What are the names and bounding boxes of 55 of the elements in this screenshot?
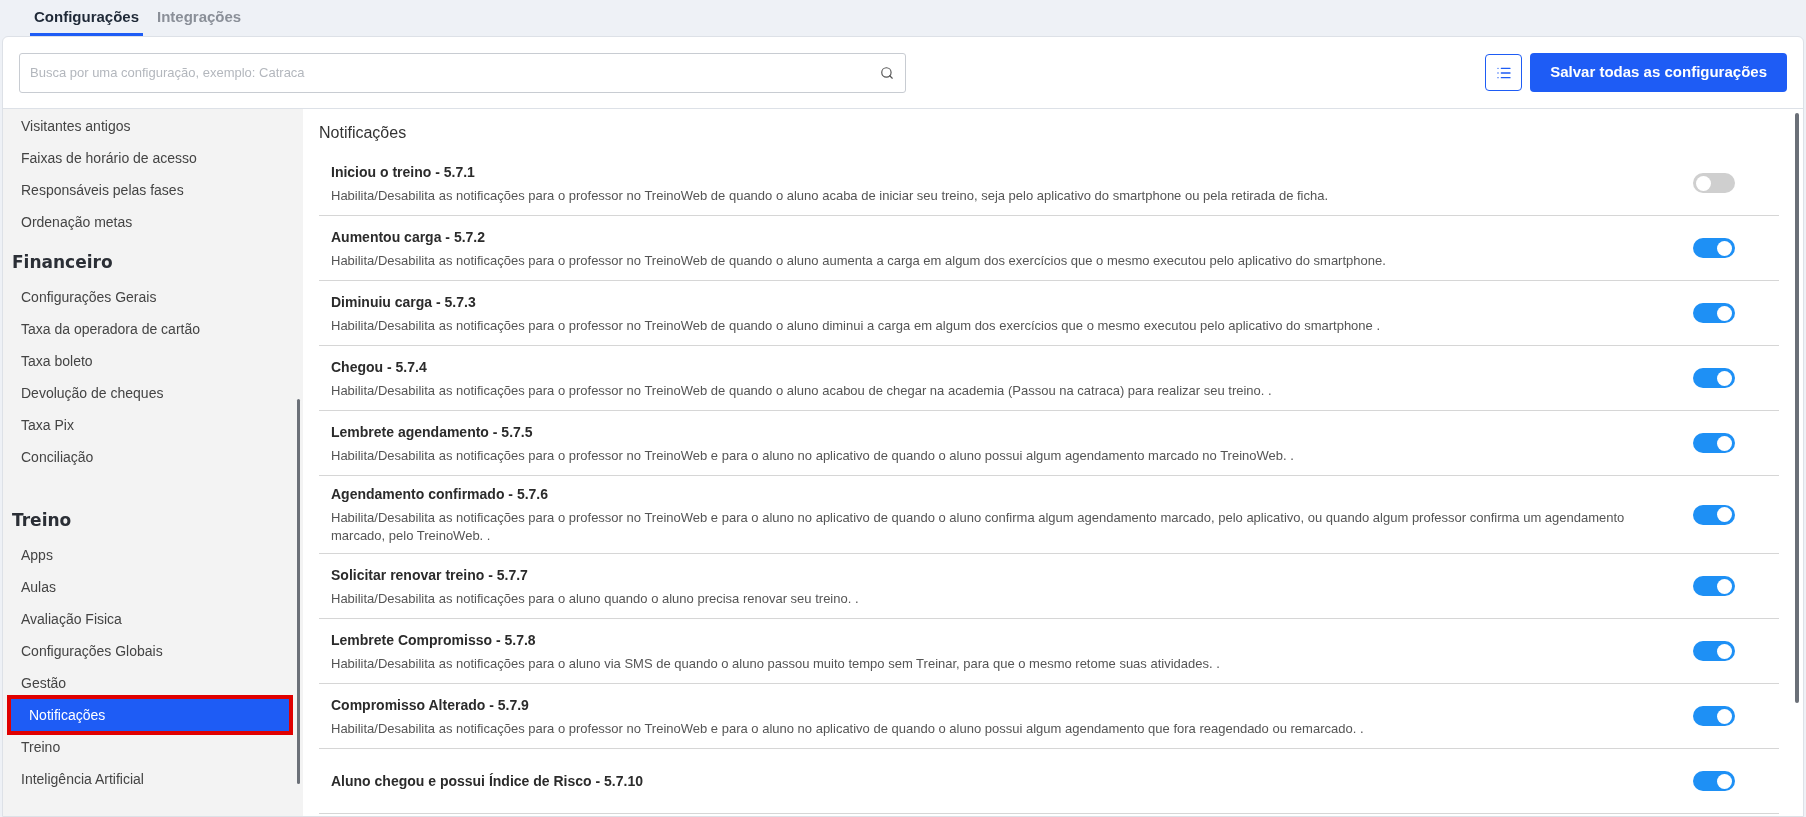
scrollbar-thumb[interactable] [297,399,300,784]
section-heading: Treino [11,508,73,532]
toggle-switch[interactable] [1693,771,1735,791]
setting-title: Lembrete agendamento - 5.7.5 [331,422,534,442]
sidebar-item[interactable]: Treino [3,731,297,763]
search-icon [880,65,894,80]
toggle-switch[interactable] [1693,173,1735,193]
setting-description: Habilita/Desabilita as notificações para o professor no TreinoWeb de quando o aluno diminui a carga em algum dos exercícios que o mesmo executou pelo aplicativo do smartphone . [331,316,1382,335]
toggle-switch[interactable] [1693,504,1735,525]
sidebar-item[interactable]: Apps [3,539,297,571]
sidebar-item[interactable]: Ordenação metas [3,206,297,238]
setting-description: Habilita/Desabilita as notificações para o professor no TreinoWeb de quando o aluno aumenta a carga em algum dos exercícios que o mesmo executou pelo aplicativo do smartphone. [331,251,1387,270]
section-heading: Financeiro [11,251,114,274]
sidebar-item[interactable]: Responsáveis pelas fases [3,174,297,206]
toggle-switch[interactable] [1693,641,1735,661]
section-title: Notificações [319,123,408,143]
setting-description: Habilita/Desabilita as notificações para o professor no TreinoWeb e para o aluno no aplicativo de quando o aluno confirma algum agendamento marcado, pelo aplicativo, ou quando algum professor confirma um agendamento marcado, pelo TreinoWeb. . [331,509,1626,545]
search-field[interactable]: Busca por uma configuração, exemplo: Catraca [19,52,906,93]
setting-title: Aumentou carga - 5.7.2 [331,227,487,247]
sidebar-item[interactable]: Taxa Pix [3,409,297,442]
toggle-switch[interactable] [1693,303,1735,323]
setting-description: Habilita/Desabilita as notificações para o professor no TreinoWeb e para o aluno no aplicativo de quando o aluno possui algum agendamento que fora reagendado ou remarcado. . [331,719,1365,738]
sidebar-item[interactable]: Gestão [3,667,297,699]
sidebar-item[interactable]: Devolução de cheques [3,377,297,410]
sidebar-item[interactable]: Taxa da operadora de cartão [3,313,297,346]
toggle-switch[interactable] [1693,433,1735,453]
setting-title: Lembrete Compromisso - 5.7.8 [331,630,537,650]
setting-title: Chegou - 5.7.4 [331,357,428,377]
toggle-switch[interactable] [1693,576,1735,596]
save-button[interactable]: Salvar todas as configurações [1530,53,1787,92]
setting-description: Habilita/Desabilita as notificações para o aluno via SMS de quando o aluno passou muito tempo sem Treinar, para que o mesmo retome suas atividades. . [331,654,1221,673]
setting-title: Iniciou o treino - 5.7.1 [331,162,476,182]
sidebar-item[interactable]: Inteligência Artificial [3,763,297,795]
sidebar-item[interactable]: Taxa boleto [3,345,297,378]
setting-title: Compromisso Alterado - 5.7.9 [331,695,530,715]
sidebar-item[interactable]: Configurações Globais [3,635,297,667]
sidebar-item[interactable]: Visitantes antigos [3,110,297,142]
sidebar-item[interactable]: Configurações Gerais [3,281,297,314]
toggle-switch[interactable] [1693,238,1735,258]
setting-description: Habilita/Desabilita as notificações para o aluno quando o aluno precisa renovar seu treino. . [331,589,860,608]
setting-description: Habilita/Desabilita as notificações para o professor no TreinoWeb de quando o aluno acaba de iniciar seu treino, seja pelo aplicativo do smartphone ou pela retirada de ficha. [331,186,1330,205]
list-view-button[interactable] [1485,54,1523,91]
setting-title: Solicitar renovar treino - 5.7.7 [331,565,529,585]
sidebar-item[interactable]: Aulas [3,571,297,603]
setting-description: Habilita/Desabilita as notificações para o professor no TreinoWeb de quando o aluno acabou de chegar na academia (Passou na catraca) para realizar seu treino. . [331,381,1273,400]
sidebar-item[interactable]: Avaliação Fisica [3,603,297,635]
setting-title: Agendamento confirmado - 5.7.6 [331,485,550,504]
sidebar-item[interactable]: Conciliação [3,441,297,474]
setting-description: Habilita/Desabilita as notificações para o professor no TreinoWeb e para o aluno no aplicativo de quando o aluno possui algum agendamento marcado no TreinoWeb. . [331,446,1295,465]
toggle-switch[interactable] [1693,706,1735,726]
scrollbar-thumb[interactable] [1795,113,1799,703]
sidebar-item[interactable]: Faixas de horário de acesso [3,142,297,174]
toggle-switch[interactable] [1693,368,1735,388]
setting-title: Aluno chegou e possui Índice de Risco - 5.7.10 [331,771,644,791]
setting-title: Diminuiu carga - 5.7.3 [331,292,477,312]
